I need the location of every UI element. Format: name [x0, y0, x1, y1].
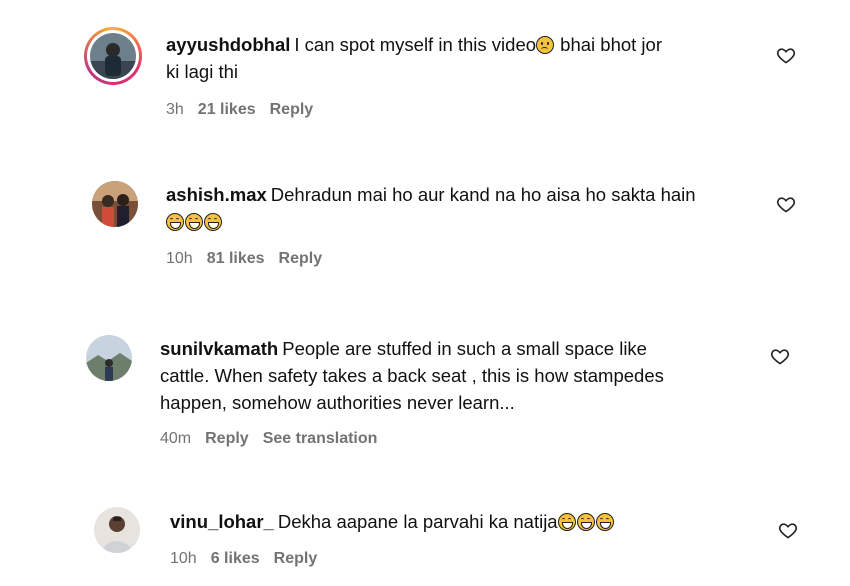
- laughing-face-icon: [185, 213, 203, 231]
- comment-item: vinu_lohar_ Dekha aapane la parvahi ka na…: [0, 495, 850, 586]
- username-link[interactable]: vinu_lohar_: [170, 511, 274, 532]
- laughing-face-icon: [204, 213, 222, 231]
- avatar[interactable]: [86, 335, 132, 381]
- heart-icon[interactable]: [776, 45, 796, 65]
- likes-count[interactable]: 81 likes: [207, 250, 265, 267]
- comment-text: ashish.max Dehradun mai ho aur kand na ho…: [166, 181, 766, 235]
- comment-item: sunilvkamath People are stuffed in such a…: [0, 325, 850, 465]
- laughing-face-icon: [166, 213, 184, 231]
- reply-button[interactable]: Reply: [205, 430, 249, 447]
- laughing-face-icon: [595, 513, 614, 531]
- comment-meta: 10h 81 likes Reply: [166, 250, 336, 268]
- reply-button[interactable]: Reply: [274, 550, 318, 567]
- username-link[interactable]: ayyushdobhal: [166, 34, 290, 55]
- username-link[interactable]: sunilvkamath: [160, 338, 278, 359]
- comment-item: ayyushdobhal I can spot myself in this vi…: [0, 0, 850, 150]
- heart-icon[interactable]: [778, 520, 798, 540]
- laughing-face-icon: [576, 513, 595, 531]
- avatar[interactable]: [92, 181, 138, 227]
- username-link[interactable]: ashish.max: [166, 184, 267, 205]
- likes-count[interactable]: 6 likes: [211, 550, 260, 567]
- comment-text: ayyushdobhal I can spot myself in this vi…: [166, 34, 662, 82]
- comment-text: vinu_lohar_ Dekha aapane la parvahi ka na…: [170, 508, 770, 535]
- timestamp[interactable]: 10h: [170, 550, 197, 567]
- comment-meta: 40m Reply See translation: [160, 430, 391, 448]
- sad-face-icon: [536, 36, 555, 54]
- story-ring[interactable]: [84, 27, 142, 85]
- laughing-face-icon: [557, 513, 576, 531]
- comment-text: sunilvkamath People are stuffed in such a…: [160, 338, 664, 413]
- heart-icon[interactable]: [776, 194, 796, 214]
- comment-meta: 10h 6 likes Reply: [170, 550, 331, 568]
- see-translation-link[interactable]: See translation: [263, 430, 378, 447]
- reply-button[interactable]: Reply: [279, 250, 323, 267]
- comment-meta: 3h 21 likes Reply: [166, 101, 327, 119]
- timestamp[interactable]: 3h: [166, 101, 184, 118]
- avatar[interactable]: [90, 33, 136, 79]
- timestamp[interactable]: 40m: [160, 430, 191, 447]
- timestamp[interactable]: 10h: [166, 250, 193, 267]
- heart-icon[interactable]: [770, 346, 790, 366]
- comment-item: ashish.max Dehradun mai ho aur kand na ho…: [0, 150, 850, 300]
- reply-button[interactable]: Reply: [270, 101, 314, 118]
- avatar[interactable]: [94, 507, 140, 553]
- likes-count[interactable]: 21 likes: [198, 101, 256, 118]
